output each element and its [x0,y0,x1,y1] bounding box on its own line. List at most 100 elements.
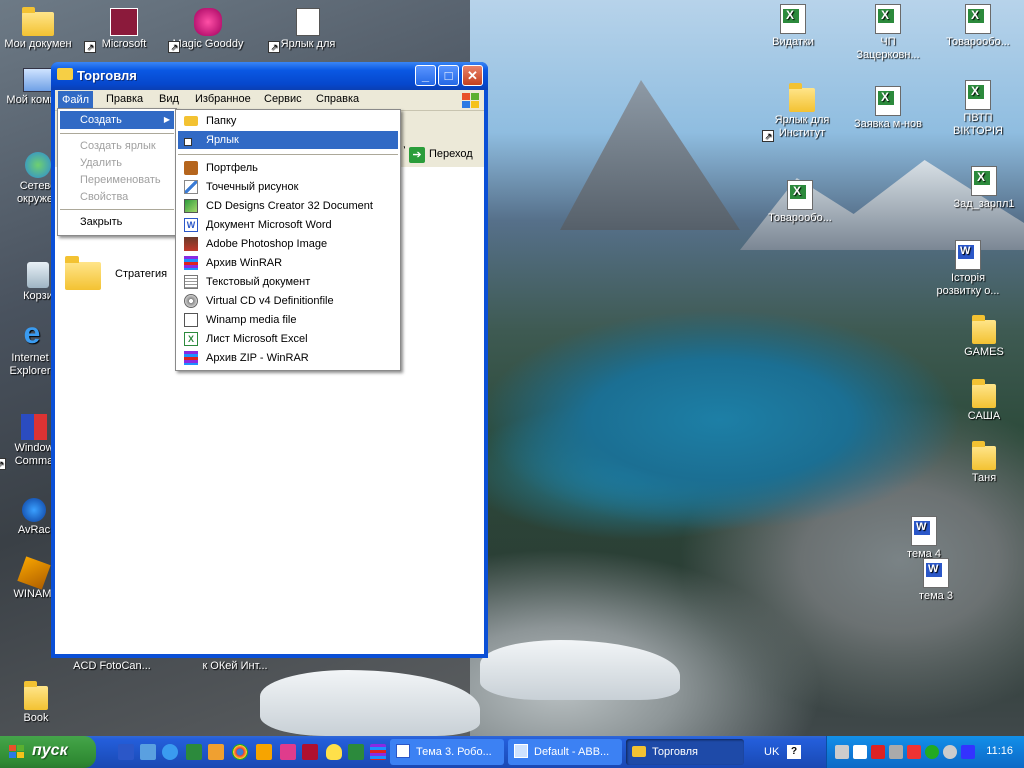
tray-ati-icon[interactable] [871,745,885,759]
desktop-icon[interactable]: Товарообо... [938,4,1018,49]
tray-shield-icon[interactable] [907,745,921,759]
menu-view[interactable]: Вид [159,93,179,105]
submenu-item-excel-sheet[interactable]: X Лист Microsoft Excel [178,330,398,348]
my-documents-icon [22,7,54,36]
recycle-bin-icon [27,262,49,288]
submenu-item-zip[interactable]: Архив ZIP - WinRAR [178,349,398,367]
menu-item-properties[interactable]: Свойства [60,188,174,206]
winrar-icon[interactable] [370,744,386,760]
chrome-like-icon[interactable] [232,744,248,760]
my-computer-icon [23,68,53,92]
menu-tools[interactable]: Сервис [264,93,302,105]
winamp-file-icon [184,313,198,327]
desktop-icon[interactable]: тема 4 [884,516,964,561]
abby-icon [514,744,528,758]
minimize-button[interactable]: _ [415,65,436,86]
desktop-icon[interactable]: Book [0,680,76,725]
desktop-icon[interactable]: САША [944,378,1024,423]
photoshop-icon [184,237,198,251]
language-indicator[interactable]: UK [764,746,779,758]
submenu-item-bitmap[interactable]: Точечный рисунок [178,178,398,196]
access-icon[interactable] [302,744,318,760]
desktop-icon[interactable]: Magic Gooddy [168,8,248,53]
menu-item-rename[interactable]: Переименовать [60,171,174,189]
tray-lite-icon[interactable] [853,745,867,759]
desktop-icon[interactable]: GAMES [944,314,1024,359]
submenu-item-winamp-file[interactable]: Winamp media file [178,311,398,329]
tray-cd-icon[interactable] [943,745,957,759]
menu-item-create-shortcut[interactable]: Создать ярлык [60,137,174,155]
close-button[interactable]: ✕ [462,65,483,86]
excel-sheet-icon: X [184,332,198,346]
desktop-icon[interactable]: Зад_зарпл1 [944,166,1024,211]
excel-icon[interactable] [186,744,202,760]
desktop-icon[interactable]: Історія розвитку о... [928,240,1008,298]
excel-icon [875,86,901,116]
desktop-icon[interactable]: Microsoft [84,8,164,53]
desktop-icon[interactable]: к ОКей Инт... [190,660,280,673]
excel-icon [780,4,806,34]
media-player-icon[interactable] [208,744,224,760]
word-icon [955,240,981,270]
desktop-icon[interactable]: Товарообо... [760,180,840,225]
desktop-icon[interactable]: Ярлык для [268,8,348,53]
taskbar-task[interactable]: Торговля [626,739,744,765]
word-icon[interactable] [118,744,134,760]
submenu-item-label: CD Designs Creator 32 Document [206,200,373,212]
menu-item-close[interactable]: Закрыть [60,213,174,231]
folder-item[interactable]: Стратегия [65,254,167,290]
avrack-icon [22,498,46,522]
menu-file[interactable]: Файл [58,91,94,109]
submenu-item-word-doc[interactable]: W Документ Microsoft Word [178,216,398,234]
submenu-item-folder[interactable]: Папку [178,112,398,130]
window-titlebar[interactable]: Торговля _ □ ✕ [51,62,488,90]
menu-help[interactable]: Справка [316,93,359,105]
submenu-item-virtual-cd[interactable]: Virtual CD v4 Definitionfile [178,292,398,310]
submenu-item-briefcase[interactable]: Портфель [178,159,398,177]
desktop-icon[interactable]: Заявка м-нов [848,86,928,131]
submenu-item-label: Папку [206,115,237,127]
desktop-icon[interactable]: ACD FotoCan... [72,660,152,673]
outlook-icon[interactable] [140,744,156,760]
help-icon[interactable]: ? [787,745,801,759]
tray-network-icon[interactable] [889,745,903,759]
excel-icon [965,4,991,34]
desktop-icon[interactable]: ПВТП ВІКТОРІЯ [938,80,1018,138]
taskbar-task[interactable]: Тема 3. Робо... [390,739,504,765]
menu-favorites[interactable]: Избранное [195,93,251,105]
submenu-item-label: Документ Microsoft Word [206,219,332,231]
desktop-icon-label: Зад_зарпл1 [953,198,1015,210]
desktop-icon[interactable]: Таня [944,440,1024,485]
desktop-icon[interactable]: Ярлык для Институт [762,82,842,142]
submenu-item-photoshop[interactable]: Adobe Photoshop Image [178,235,398,253]
desktop-icon-label: тема 3 [919,590,953,602]
desktop-icon[interactable]: Видатки [753,4,833,49]
magic-goody-icon[interactable] [280,744,296,760]
menu-item-create[interactable]: Создать ▶ [60,111,174,129]
desktop-icon[interactable]: Мои докумен [0,6,78,51]
maximize-button[interactable]: □ [438,65,459,86]
tray-antivirus-icon[interactable] [925,745,939,759]
lightbulb-icon[interactable] [326,744,342,760]
menu-item-delete[interactable]: Удалить [60,154,174,172]
menu-separator [178,154,398,155]
submenu-item-cd-designs[interactable]: CD Designs Creator 32 Document [178,197,398,215]
submenu-item-shortcut[interactable]: Ярлык [178,131,398,149]
winamp-icon[interactable] [256,744,272,760]
submenu-item-text-doc[interactable]: Текстовый документ [178,273,398,291]
excel-icon [875,4,901,34]
ie-icon[interactable] [162,744,178,760]
tray-app-icon[interactable] [961,745,975,759]
desktop-icon[interactable]: ЧП Зацерковн... [848,4,928,62]
tray-speaker-icon[interactable] [835,745,849,759]
word-icon [396,744,410,758]
clock[interactable]: 11:16 [986,745,1013,757]
address-go-button[interactable]: ➔ Переход [405,144,481,166]
excel-icon[interactable] [348,744,364,760]
menu-edit[interactable]: Правка [106,93,143,105]
start-button[interactable]: пуск [0,736,96,768]
taskbar-task[interactable]: Default - ABB... [508,739,622,765]
folder-icon [24,681,48,710]
submenu-item-winrar[interactable]: Архив WinRAR [178,254,398,272]
desktop-icon[interactable]: тема 3 [896,558,976,603]
